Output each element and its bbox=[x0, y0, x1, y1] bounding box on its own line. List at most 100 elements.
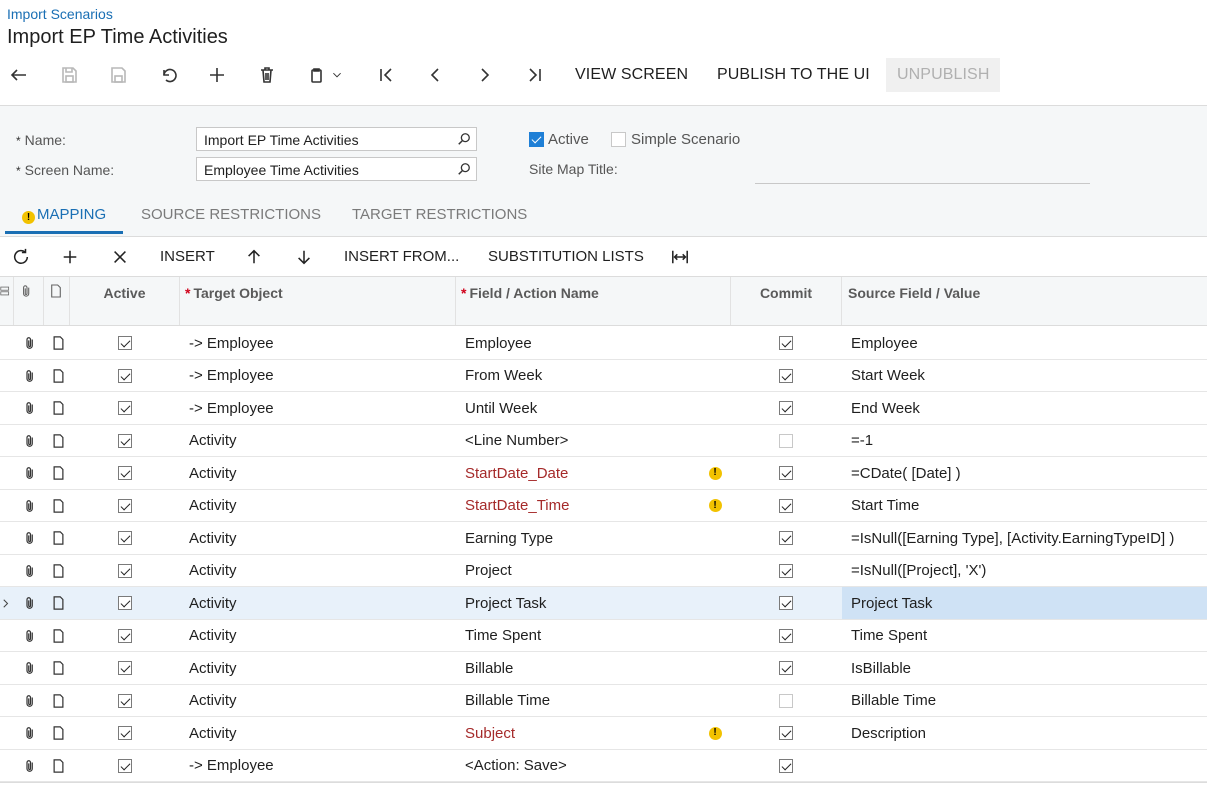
commit-checkbox[interactable] bbox=[779, 758, 793, 773]
table-row[interactable]: Activity Subject! Description bbox=[0, 717, 1207, 750]
attachment-icon[interactable] bbox=[23, 685, 37, 716]
arrow-up-icon[interactable] bbox=[242, 245, 266, 269]
unpublish-button[interactable]: UNPUBLISH bbox=[886, 58, 1001, 92]
attachment-icon[interactable] bbox=[23, 717, 37, 749]
note-icon[interactable] bbox=[51, 327, 65, 359]
field-action-cell[interactable]: Project bbox=[465, 555, 695, 586]
commit-checkbox[interactable] bbox=[779, 726, 793, 740]
active-checkbox[interactable] bbox=[118, 628, 132, 643]
active-checkbox[interactable] bbox=[118, 433, 132, 448]
note-icon[interactable] bbox=[51, 652, 65, 684]
commit-cell[interactable] bbox=[779, 392, 793, 424]
note-icon[interactable] bbox=[51, 555, 65, 586]
active-cell[interactable] bbox=[118, 620, 132, 651]
note-icon[interactable] bbox=[51, 360, 65, 391]
active-checkbox[interactable] bbox=[118, 693, 132, 708]
commit-checkbox[interactable] bbox=[779, 368, 793, 383]
simple-scenario-checkbox[interactable]: Simple Scenario bbox=[611, 131, 740, 148]
back-icon[interactable] bbox=[2, 58, 36, 92]
table-row[interactable]: Activity Earning Type =IsNull([Earning Typ… bbox=[0, 522, 1207, 555]
note-icon[interactable] bbox=[51, 490, 65, 521]
active-cell[interactable] bbox=[118, 555, 132, 586]
source-field-cell[interactable]: Project Task bbox=[842, 587, 1207, 619]
site-map-title-field[interactable] bbox=[755, 183, 1090, 184]
tab-source-restrictions[interactable]: SOURCE RESTRICTIONS bbox=[141, 206, 321, 223]
attachment-icon[interactable] bbox=[23, 360, 37, 391]
attachment-icon[interactable] bbox=[23, 555, 37, 586]
commit-checkbox[interactable] bbox=[779, 466, 793, 480]
note-icon[interactable] bbox=[51, 685, 65, 716]
source-field-cell[interactable]: =CDate( [Date] ) bbox=[842, 457, 1207, 489]
table-row[interactable]: -> Employee Until Week End Week bbox=[0, 392, 1207, 425]
active-checkbox[interactable] bbox=[118, 661, 132, 675]
attachment-icon[interactable] bbox=[23, 587, 37, 619]
last-record-icon[interactable] bbox=[518, 58, 552, 92]
note-icon[interactable] bbox=[51, 587, 65, 619]
next-record-icon[interactable] bbox=[468, 58, 502, 92]
source-field-cell[interactable]: =-1 bbox=[842, 425, 1207, 456]
search-icon[interactable] bbox=[457, 132, 471, 146]
attachment-icon[interactable] bbox=[23, 490, 37, 521]
save-icon[interactable] bbox=[101, 58, 135, 92]
attachment-icon[interactable] bbox=[23, 392, 37, 424]
screen-name-field[interactable]: Employee Time Activities bbox=[196, 157, 477, 181]
active-cell[interactable] bbox=[118, 750, 132, 781]
table-row[interactable]: -> Employee <Action: Save> bbox=[0, 750, 1207, 782]
name-field[interactable]: Import EP Time Activities bbox=[196, 127, 477, 151]
source-field-cell[interactable]: Start Time bbox=[842, 490, 1207, 521]
commit-cell[interactable] bbox=[779, 522, 793, 554]
source-field-cell[interactable]: Start Week bbox=[842, 360, 1207, 391]
source-field-cell[interactable] bbox=[842, 750, 1207, 781]
active-cell[interactable] bbox=[118, 360, 132, 391]
commit-cell[interactable] bbox=[779, 360, 793, 391]
publish-button[interactable]: PUBLISH TO THE UI bbox=[717, 66, 870, 84]
active-cell[interactable] bbox=[118, 327, 132, 359]
arrow-down-icon[interactable] bbox=[292, 245, 316, 269]
refresh-icon[interactable] bbox=[9, 245, 33, 269]
field-action-cell[interactable]: Earning Type bbox=[465, 522, 695, 554]
source-field-cell[interactable]: =IsNull([Project], 'X') bbox=[842, 555, 1207, 586]
previous-record-icon[interactable] bbox=[418, 58, 452, 92]
active-cell[interactable] bbox=[118, 717, 132, 749]
column-config-icon[interactable] bbox=[0, 284, 11, 298]
field-action-cell[interactable]: Billable Time bbox=[465, 685, 695, 716]
note-icon[interactable] bbox=[51, 425, 65, 456]
source-field-cell[interactable]: End Week bbox=[842, 392, 1207, 424]
commit-cell[interactable] bbox=[779, 490, 793, 521]
target-object-cell[interactable]: Activity bbox=[189, 620, 449, 651]
commit-checkbox[interactable] bbox=[779, 628, 793, 643]
field-action-cell[interactable]: StartDate_Date bbox=[465, 457, 695, 489]
undo-icon[interactable] bbox=[151, 58, 185, 92]
note-icon[interactable] bbox=[51, 620, 65, 651]
note-icon[interactable] bbox=[51, 457, 65, 489]
field-action-cell[interactable]: Until Week bbox=[465, 392, 695, 424]
field-action-cell[interactable]: <Action: Save> bbox=[465, 750, 695, 781]
attachment-icon[interactable] bbox=[23, 652, 37, 684]
source-column-header[interactable]: Source Field / Value bbox=[842, 277, 1207, 325]
active-checkbox[interactable] bbox=[118, 726, 132, 740]
active-cell[interactable] bbox=[118, 457, 132, 489]
field-action-cell[interactable]: Project Task bbox=[465, 587, 695, 619]
field-action-column-header[interactable]: * Field / Action Name bbox=[456, 277, 731, 325]
add-icon[interactable] bbox=[200, 58, 234, 92]
active-cell[interactable] bbox=[118, 652, 132, 684]
table-row[interactable]: Activity Billable IsBillable bbox=[0, 652, 1207, 685]
commit-cell[interactable] bbox=[779, 457, 793, 489]
first-record-icon[interactable] bbox=[369, 58, 403, 92]
target-object-cell[interactable]: Activity bbox=[189, 457, 449, 489]
active-checkbox[interactable]: Active bbox=[529, 131, 589, 148]
field-action-cell[interactable]: Time Spent bbox=[465, 620, 695, 651]
view-screen-button[interactable]: VIEW SCREEN bbox=[575, 66, 688, 84]
field-action-cell[interactable]: <Line Number> bbox=[465, 425, 695, 456]
attachment-icon[interactable] bbox=[23, 750, 37, 781]
target-object-cell[interactable]: Activity bbox=[189, 717, 449, 749]
table-row[interactable]: Activity Time Spent Time Spent bbox=[0, 620, 1207, 652]
target-object-column-header[interactable]: * Target Object bbox=[180, 277, 456, 325]
commit-cell[interactable] bbox=[779, 652, 793, 684]
table-row[interactable]: Activity StartDate_Time! Start Time bbox=[0, 490, 1207, 522]
active-column-header[interactable]: Active bbox=[70, 277, 180, 325]
target-object-cell[interactable]: -> Employee bbox=[189, 360, 449, 391]
active-cell[interactable] bbox=[118, 587, 132, 619]
source-field-cell[interactable]: Description bbox=[842, 717, 1207, 749]
target-object-cell[interactable]: Activity bbox=[189, 555, 449, 586]
